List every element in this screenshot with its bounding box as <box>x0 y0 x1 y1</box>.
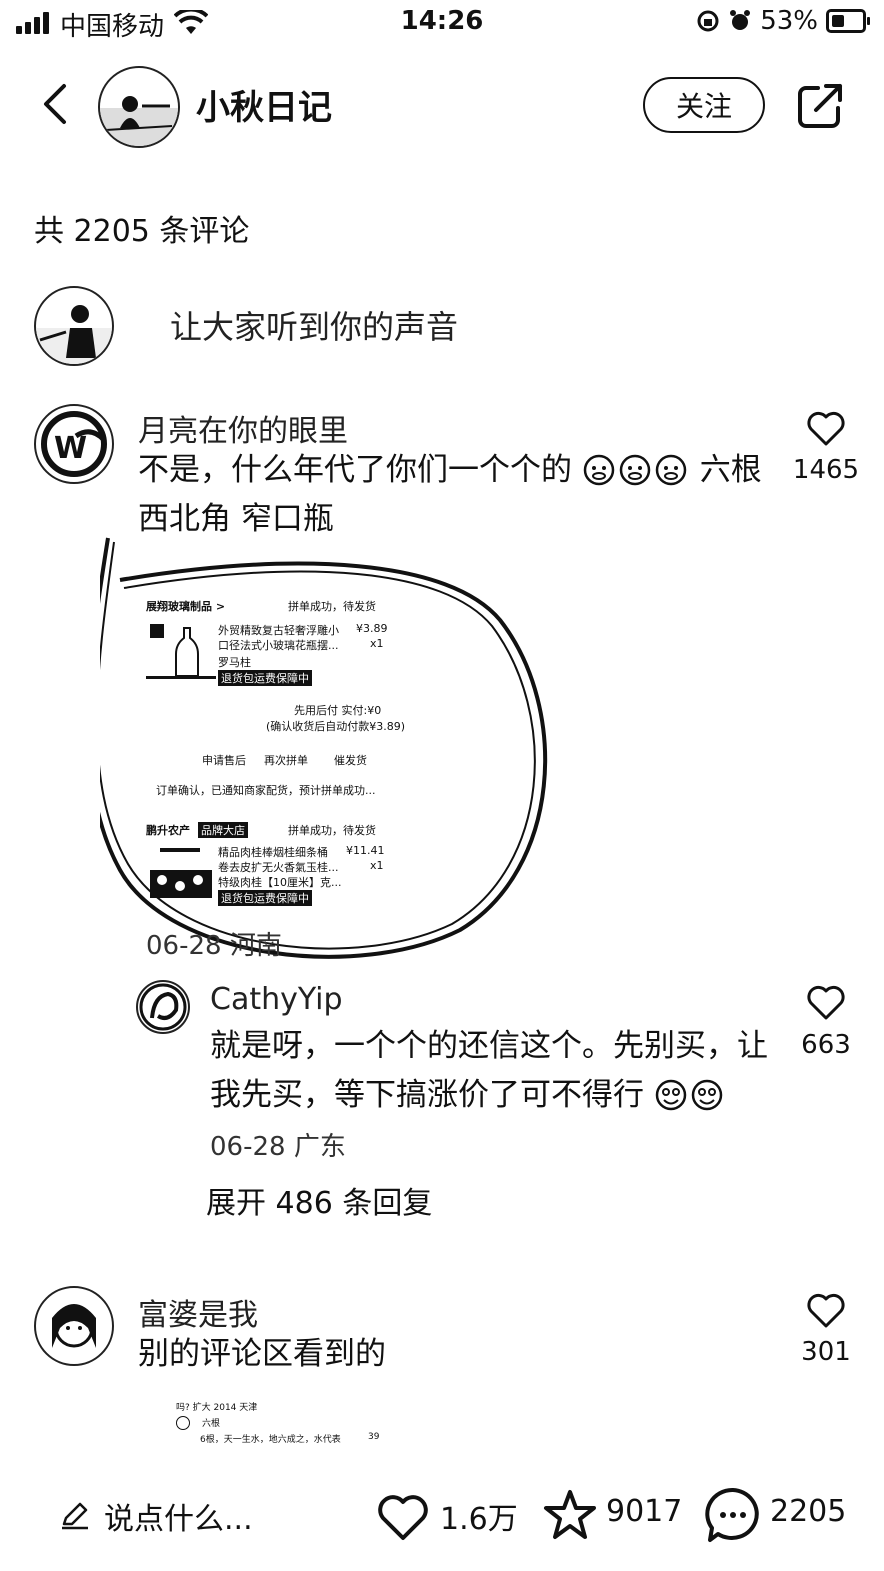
comment-text-line: 不是，什么年代了你们一个个的 <box>138 452 572 488</box>
status-right: 53% <box>696 6 870 36</box>
comment-text-line: 我先买，等下搞涨价了可不得行 <box>210 1077 644 1113</box>
product-price: ¥11.41 <box>346 844 385 857</box>
product-thumbnail <box>146 844 216 900</box>
share-icon[interactable] <box>796 82 844 130</box>
heart-icon[interactable] <box>805 982 847 1022</box>
product-spec: 罗马柱 <box>218 656 251 669</box>
pig-emoji-icon <box>582 452 700 488</box>
comment-image[interactable]: 吗? 扩大 2014 天津 六根 6根，天一生水，地六成之，水代表 39 <box>176 1400 396 1460</box>
heart-icon[interactable] <box>805 408 847 448</box>
payment-info: (确认收货后自动付款¥3.89) <box>266 720 406 733</box>
battery-percent: 53% <box>760 6 818 36</box>
comment-username[interactable]: 富婆是我 <box>138 1290 258 1334</box>
reply-text: 就是呀，一个个的还信这个。先别买，让 我先买，等下搞涨价了可不得行 <box>210 1022 790 1120</box>
comment-bubble-icon[interactable] <box>704 1486 762 1544</box>
author-avatar[interactable] <box>98 66 180 148</box>
like-count: 1465 <box>792 455 860 485</box>
order-status: 拼单成功，待发货 <box>288 824 376 837</box>
bottom-bar: 说点什么... 1.6万 9017 2205 <box>0 1470 884 1560</box>
product-title: 卷去皮扩无火香氣玉桂... <box>218 861 339 874</box>
order-status: 拼单成功，待发货 <box>288 600 376 613</box>
product-title: 外贸精致复古轻奢浮雕小 <box>218 624 339 637</box>
comment-input-prompt[interactable]: 让大家听到你的声音 <box>170 302 458 348</box>
guarantee-badge: 退货包运费保障中 <box>218 890 312 906</box>
comment-text-line: 六根 <box>699 452 762 488</box>
image-avatar <box>176 1416 190 1430</box>
heart-icon[interactable] <box>805 1290 847 1330</box>
image-text: 吗? 扩大 2014 天津 <box>176 1403 258 1413</box>
comment-avatar[interactable] <box>34 1286 114 1366</box>
back-icon[interactable] <box>36 82 80 126</box>
comment-input[interactable]: 说点什么... <box>104 1494 253 1538</box>
page-title: 小秋日记 <box>196 88 332 128</box>
comment-avatar[interactable]: W <box>34 404 114 484</box>
image-like-count: 39 <box>368 1432 380 1442</box>
urge-shipping-button: 催发货 <box>334 754 367 767</box>
svg-text:W: W <box>54 431 87 466</box>
guarantee-badge: 退货包运费保障中 <box>218 670 312 686</box>
like-count: 301 <box>801 1337 851 1367</box>
image-text: 6根，天一生水，地六成之，水代表 <box>200 1435 341 1445</box>
rebuy-button: 再次拼单 <box>264 754 308 767</box>
like-total: 1.6万 <box>440 1502 518 1537</box>
product-price: ¥3.89 <box>356 622 388 635</box>
shop-name: 展翔玻璃制品 > <box>146 600 226 613</box>
product-title: 精品肉桂棒烟桂细条桶 <box>218 846 328 859</box>
reply-meta: 06-28 广东 <box>210 1132 346 1162</box>
image-text: 六根 <box>202 1419 221 1429</box>
reply-username[interactable]: CathyYip <box>210 982 343 1017</box>
battery-icon <box>826 9 870 33</box>
comment-text-line: 就是呀，一个个的还信这个。先别买，让 <box>210 1028 768 1064</box>
like-count: 663 <box>801 1030 851 1060</box>
comment-text: 别的评论区看到的 <box>138 1336 386 1372</box>
order-notice: 订单确认，已通知商家配货，预计拼单成功... <box>156 784 376 797</box>
product-title: 口径法式小玻璃花瓶摆... <box>218 639 339 652</box>
after-sale-button: 申请售后 <box>202 754 246 767</box>
shop-tag: 品牌大店 <box>198 822 248 838</box>
comment-total: 2205 <box>770 1494 847 1529</box>
product-qty: x1 <box>370 637 384 650</box>
star-icon[interactable] <box>542 1488 598 1542</box>
status-bar: 中国移动 14:26 53% <box>0 0 884 46</box>
product-thumbnail <box>146 622 216 680</box>
alarm-icon <box>730 10 751 30</box>
comment-count: 共 2205 条评论 <box>34 214 250 249</box>
product-spec: 特级肉桂【10厘米】克... <box>218 876 342 889</box>
comment-meta: 06-28 河南 <box>146 931 282 961</box>
pencil-icon <box>62 1502 88 1530</box>
laughing-emoji-icon <box>654 1077 726 1113</box>
product-qty: x1 <box>370 859 384 872</box>
expand-replies-button[interactable]: 展开 486 条回复 <box>206 1178 432 1222</box>
heart-icon[interactable] <box>375 1490 431 1542</box>
comment-username[interactable]: 月亮在你的眼里 <box>138 406 348 450</box>
reply-avatar[interactable] <box>136 980 190 1034</box>
orientation-lock-icon <box>697 10 719 32</box>
payment-info: 先用后付 实付:¥0 <box>294 704 382 717</box>
favorite-total: 9017 <box>606 1494 683 1529</box>
shop-name: 鹏升农产 <box>146 824 190 837</box>
my-avatar <box>34 286 114 366</box>
follow-button[interactable]: 关注 <box>643 77 765 133</box>
